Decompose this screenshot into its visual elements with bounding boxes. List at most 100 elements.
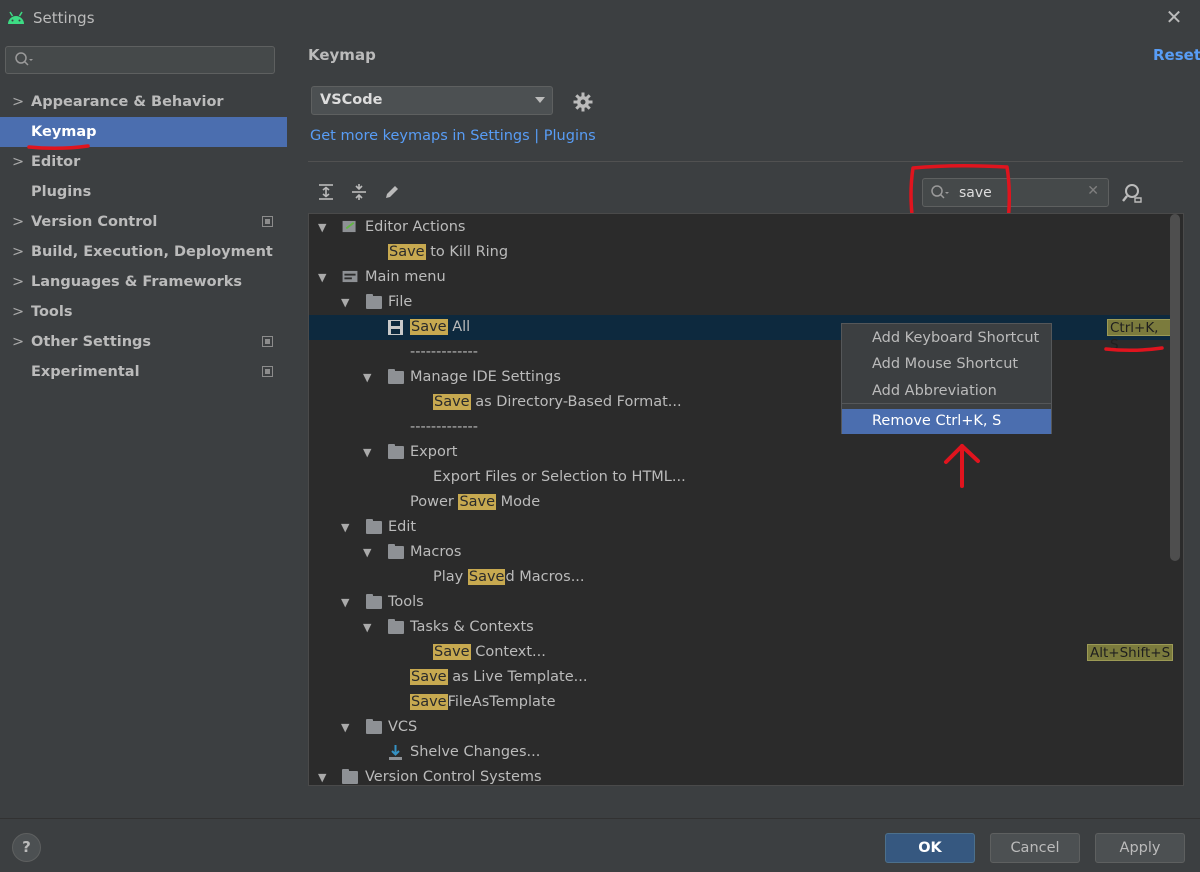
sidebar-item-build-execution-deployment[interactable]: > Build, Execution, Deployment — [0, 237, 287, 267]
tree-row-text: Tools — [388, 594, 424, 610]
tree-row-text: Edit — [388, 519, 417, 535]
tree-row[interactable]: ▼ Tools — [309, 590, 1171, 615]
find-by-shortcut-icon[interactable] — [1121, 181, 1145, 205]
sidebar-item-plugins[interactable]: Plugins — [0, 177, 287, 207]
menu-item-add-abbreviation[interactable]: Add Abbreviation — [842, 379, 1051, 404]
tree-row[interactable]: ▼ File — [309, 290, 1171, 315]
shelve-icon — [389, 745, 402, 760]
tree-row-text: as Live Template... — [447, 669, 588, 685]
settings-search-input[interactable] — [5, 46, 275, 74]
sidebar-item-other-settings[interactable]: > Other Settings — [0, 327, 287, 357]
chevron-down-icon[interactable]: ▼ — [341, 715, 355, 740]
chevron-down-icon[interactable]: ▼ — [363, 615, 377, 640]
tree-scrollbar[interactable] — [1170, 214, 1180, 561]
collapse-all-icon[interactable] — [349, 182, 369, 202]
project-scope-icon — [262, 366, 273, 377]
clear-search-icon[interactable]: ✕ — [1087, 183, 1099, 199]
tree-row[interactable]: ▼ Macros — [309, 540, 1171, 565]
menu-item-add-keyboard-shortcut[interactable]: Add Keyboard Shortcut — [842, 326, 1051, 351]
more-keymaps-link[interactable]: Get more keymaps in Settings | Plugins — [310, 128, 596, 144]
sidebar-item-version-control[interactable]: > Version Control — [0, 207, 287, 237]
tree-row[interactable]: ▼ Editor Actions — [309, 215, 1171, 240]
cancel-button[interactable]: Cancel — [990, 833, 1080, 863]
search-icon — [15, 52, 33, 66]
keymap-dropdown[interactable]: VSCode — [311, 86, 553, 115]
tree-row[interactable]: SaveFileAsTemplate — [309, 690, 1171, 715]
more-keymaps-link-text[interactable]: Get more keymaps in Settings | Plugins — [310, 128, 596, 144]
shortcut-badge: Ctrl+K, S — [1107, 319, 1171, 353]
tree-row-text: as Directory-Based Format... — [470, 394, 682, 410]
tree-row[interactable]: ▼ Main menu — [309, 265, 1171, 290]
tree-row-text: Power — [410, 494, 459, 510]
close-window-button[interactable]: ✕ — [1164, 6, 1184, 28]
chevron-down-icon[interactable]: ▼ — [363, 540, 377, 565]
tree-row-text: ------------- — [410, 344, 479, 360]
tree-row[interactable]: Save as Live Template... — [309, 665, 1171, 690]
search-highlight: Save — [410, 319, 448, 335]
dropdown-arrow-icon — [535, 97, 545, 103]
reset-link[interactable]: Reset — [1153, 46, 1200, 64]
folder-icon — [388, 619, 404, 634]
tree-row-text: File — [388, 294, 413, 310]
chevron-down-icon[interactable]: ▼ — [363, 365, 377, 390]
chevron-down-icon[interactable]: ▼ — [318, 215, 332, 240]
ok-button[interactable]: OK — [885, 833, 975, 863]
edit-pencil-icon[interactable] — [382, 182, 402, 202]
folder-icon — [366, 594, 382, 609]
chevron-right-icon: > — [12, 94, 25, 110]
chevron-right-icon: > — [12, 244, 25, 260]
tree-row[interactable]: Export Files or Selection to HTML... — [309, 465, 1171, 490]
tree-row-text: Macros — [410, 544, 462, 560]
chevron-right-icon: > — [12, 304, 25, 320]
tree-row[interactable]: Power Save Mode — [309, 490, 1171, 515]
expand-all-icon[interactable] — [316, 182, 336, 202]
sidebar-item-experimental[interactable]: Experimental — [0, 357, 287, 387]
chevron-down-icon[interactable]: ▼ — [318, 265, 332, 290]
footer-divider — [0, 818, 1200, 819]
sidebar-item-appearance-behavior[interactable]: > Appearance & Behavior — [0, 87, 287, 117]
tree-row[interactable]: ▼ Version Control Systems — [309, 765, 1171, 785]
gear-icon[interactable] — [571, 90, 595, 114]
tree-row[interactable]: Play Saved Macros... — [309, 565, 1171, 590]
chevron-down-icon[interactable]: ▼ — [318, 765, 332, 785]
folder-icon — [388, 444, 404, 459]
window-title: Settings — [33, 9, 95, 27]
annotation-arrow-up — [944, 444, 980, 488]
android-icon — [8, 11, 24, 24]
keymap-action-tree[interactable]: ▼ Editor Actions Save to Kill Ring ▼ Mai… — [308, 213, 1184, 786]
chevron-down-icon[interactable]: ▼ — [341, 290, 355, 315]
tree-row-text: Tasks & Contexts — [410, 619, 534, 635]
tree-row[interactable]: Shelve Changes... — [309, 740, 1171, 765]
menu-item-add-mouse-shortcut[interactable]: Add Mouse Shortcut — [842, 352, 1051, 377]
tree-row[interactable]: ▼ Edit — [309, 515, 1171, 540]
project-scope-icon — [262, 216, 273, 227]
search-highlight: Save — [433, 644, 471, 660]
search-highlight: Save — [410, 669, 448, 685]
tree-row[interactable]: ▼ Tasks & Contexts — [309, 615, 1171, 640]
tree-row[interactable]: Save Context... Alt+Shift+S — [309, 640, 1174, 665]
annotation-underline-shortcut — [1104, 346, 1164, 353]
chevron-down-icon[interactable]: ▼ — [341, 590, 355, 615]
tree-row-text: Version Control Systems — [365, 769, 542, 785]
folder-icon — [388, 369, 404, 384]
tree-row-text: Manage IDE Settings — [410, 369, 561, 385]
keymap-selected-value: VSCode — [320, 92, 383, 108]
tree-row-text: Export Files or Selection to HTML... — [433, 469, 686, 485]
sidebar-item-languages-frameworks[interactable]: > Languages & Frameworks — [0, 267, 287, 297]
sidebar-item-tools[interactable]: > Tools — [0, 297, 287, 327]
tree-row-text: Export — [410, 444, 458, 460]
title-bar — [0, 0, 1200, 36]
apply-button[interactable]: Apply — [1095, 833, 1185, 863]
help-button[interactable]: ? — [12, 833, 41, 862]
tree-row[interactable]: ▼ VCS — [309, 715, 1171, 740]
chevron-right-icon: > — [12, 214, 25, 230]
menu-item-remove-shortcut[interactable]: Remove Ctrl+K, S — [842, 409, 1051, 434]
chevron-down-icon[interactable]: ▼ — [341, 515, 355, 540]
shortcut-context-menu: Add Keyboard Shortcut Add Mouse Shortcut… — [841, 323, 1052, 434]
save-all-icon — [388, 320, 403, 335]
tree-row[interactable]: ▼ Export — [309, 440, 1171, 465]
chevron-down-icon[interactable]: ▼ — [363, 440, 377, 465]
project-scope-icon — [262, 336, 273, 347]
tree-row[interactable]: Save to Kill Ring — [309, 240, 1171, 265]
chevron-right-icon: > — [12, 154, 25, 170]
